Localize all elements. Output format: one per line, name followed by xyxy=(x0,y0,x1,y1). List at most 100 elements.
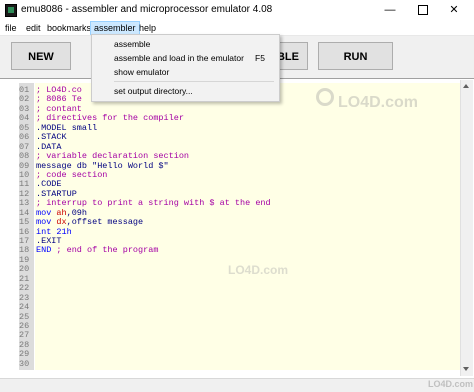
line-number: 06 xyxy=(19,133,30,143)
code-token: int 21h xyxy=(36,227,72,237)
code-token: ; contant xyxy=(36,104,82,114)
code-text: END ; end of the program xyxy=(34,246,158,255)
code-token: ,offset message xyxy=(66,218,144,228)
code-text: .MODEL small xyxy=(34,124,97,133)
line-number: 02 xyxy=(19,95,30,105)
code-line[interactable]: 17 .EXIT xyxy=(19,237,459,246)
code-line[interactable]: 05 .MODEL small xyxy=(19,124,459,133)
menu-help[interactable]: help xyxy=(136,21,159,35)
code-line[interactable]: 11 .CODE xyxy=(19,180,459,189)
code-line[interactable]: 27 xyxy=(19,331,459,340)
code-token: mov xyxy=(36,208,57,218)
code-line[interactable]: 20 xyxy=(19,265,459,274)
code-line[interactable]: 28 xyxy=(19,341,459,350)
code-text: ; variable declaration section xyxy=(34,152,189,161)
code-line[interactable]: 21 xyxy=(19,275,459,284)
menu-separator xyxy=(114,81,274,82)
line-number: 25 xyxy=(19,312,30,322)
vertical-scrollbar[interactable] xyxy=(460,80,473,376)
watermark-corner: LO4D.com xyxy=(428,379,474,389)
code-token: .STACK xyxy=(36,133,67,143)
menu-item-set-output-directory[interactable]: set output directory... xyxy=(92,84,279,98)
code-line[interactable]: 22 xyxy=(19,284,459,293)
code-line[interactable]: 19 xyxy=(19,256,459,265)
line-number: 10 xyxy=(19,170,30,180)
code-line[interactable]: 29 xyxy=(19,350,459,359)
code-line[interactable]: 24 xyxy=(19,303,459,312)
line-number: 12 xyxy=(19,189,30,199)
menu-item-label: set output directory... xyxy=(114,86,193,96)
menu-bookmarks[interactable]: bookmarks xyxy=(44,21,94,35)
code-line[interactable]: 25 xyxy=(19,313,459,322)
close-button[interactable]: ✕ xyxy=(434,0,474,21)
line-number: 03 xyxy=(19,104,30,114)
code-line[interactable]: 09 message db "Hello World $" xyxy=(19,162,459,171)
menu-assembler[interactable]: assembler xyxy=(90,21,140,35)
line-number: 29 xyxy=(19,350,30,360)
line-number: 19 xyxy=(19,255,30,265)
line-number: 04 xyxy=(19,114,30,124)
code-text: message db "Hello World $" xyxy=(34,162,169,171)
code-line[interactable]: 14 mov ah,09h xyxy=(19,209,459,218)
line-number: 17 xyxy=(19,237,30,246)
new-button[interactable]: NEW xyxy=(11,42,71,70)
title-bar: emu8086 - assembler and microprocessor e… xyxy=(0,0,474,21)
menu-item-shortcut: F5 xyxy=(255,53,265,63)
code-text: .EXIT xyxy=(34,237,62,246)
code-token: ; directives for the compiler xyxy=(36,114,184,124)
code-text: ; code section xyxy=(34,171,107,180)
code-line[interactable]: 07 .DATA xyxy=(19,143,459,152)
code-line[interactable]: 30 xyxy=(19,360,459,369)
window-title: emu8086 - assembler and microprocessor e… xyxy=(21,4,273,15)
menu-item-assemble-and-load[interactable]: assemble and load in the emulator F5 xyxy=(92,51,279,65)
code-line[interactable]: 15 mov dx,offset message xyxy=(19,218,459,227)
app-icon xyxy=(5,4,17,17)
line-number: 15 xyxy=(19,218,30,228)
scroll-down-icon[interactable] xyxy=(463,367,469,371)
code-text: ; 8086 Te xyxy=(34,95,82,104)
code-text: .STACK xyxy=(34,133,67,142)
code-text: .CODE xyxy=(34,180,62,189)
menu-file[interactable]: file xyxy=(2,21,20,35)
code-token: dx xyxy=(56,218,67,228)
code-line[interactable]: 16 int 21h xyxy=(19,228,459,237)
code-token: ; code section xyxy=(36,170,108,180)
code-line[interactable]: 23 xyxy=(19,294,459,303)
code-token: .CODE xyxy=(36,180,62,190)
code-line[interactable]: 26 xyxy=(19,322,459,331)
code-token: ,09h xyxy=(66,208,88,218)
menu-edit[interactable]: edit xyxy=(23,21,44,35)
code-text: .STARTUP xyxy=(34,190,77,199)
line-number: 27 xyxy=(19,331,30,341)
code-line[interactable]: 18 END ; end of the program xyxy=(19,246,459,255)
line-number: 11 xyxy=(19,180,30,190)
line-number: 05 xyxy=(19,123,30,133)
code-text: mov dx,offset message xyxy=(34,218,143,227)
line-number: 13 xyxy=(19,199,30,209)
code-line[interactable]: 13 ; interrup to print a string with $ at… xyxy=(19,199,459,208)
line-number: 22 xyxy=(19,284,30,294)
code-token: ; end of the program xyxy=(56,246,159,256)
code-line[interactable]: 04 ; directives for the compiler xyxy=(19,114,459,123)
menu-item-show-emulator[interactable]: show emulator xyxy=(92,65,279,79)
code-token: .DATA xyxy=(36,142,62,152)
code-line[interactable]: 03 ; contant xyxy=(19,105,459,114)
menu-item-assemble[interactable]: assemble xyxy=(92,37,279,51)
run-button[interactable]: RUN xyxy=(318,42,393,70)
line-number: 18 xyxy=(19,246,30,256)
line-number: 26 xyxy=(19,321,30,331)
code-line[interactable]: 12 .STARTUP xyxy=(19,190,459,199)
maximize-icon xyxy=(418,5,428,16)
code-line[interactable]: 06 .STACK xyxy=(19,133,459,142)
line-number: 01 xyxy=(19,86,30,95)
code-line[interactable]: 10 ; code section xyxy=(19,171,459,180)
code-token: .EXIT xyxy=(36,237,62,246)
code-text: ; contant xyxy=(34,105,82,114)
menu-item-label: assemble xyxy=(114,39,151,49)
line-number: 09 xyxy=(19,161,30,171)
code-line[interactable]: 08 ; variable declaration section xyxy=(19,152,459,161)
status-bar: LO4D.com xyxy=(0,378,474,392)
line-number: 28 xyxy=(19,340,30,350)
code-text: int 21h xyxy=(34,228,72,237)
scroll-up-icon[interactable] xyxy=(463,84,469,88)
